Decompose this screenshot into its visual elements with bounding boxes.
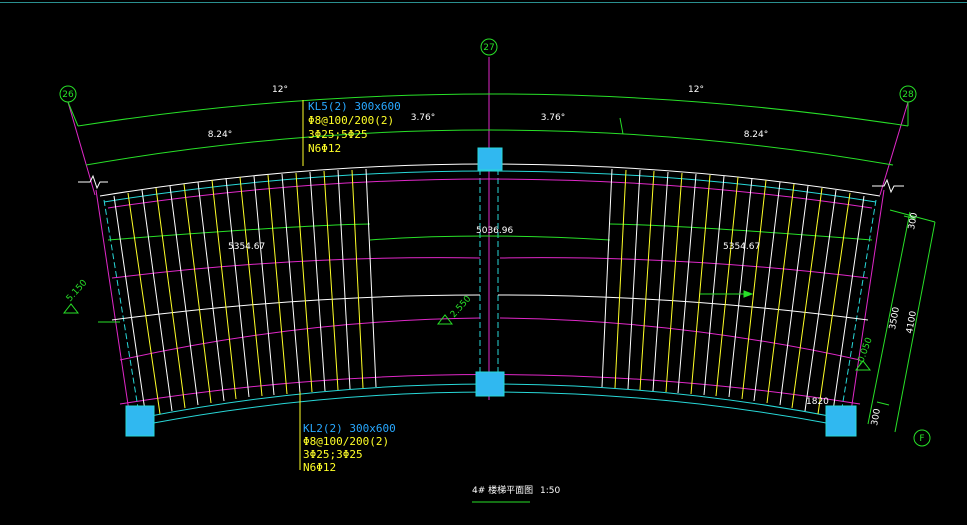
svg-text:-0.050: -0.050 bbox=[855, 336, 874, 367]
beam-bottom-stirrup: Φ8@100/200(2) bbox=[303, 435, 389, 448]
dim-right-total: 4100 bbox=[905, 310, 919, 335]
elevation-marker-left: 5.150 bbox=[62, 278, 90, 314]
span-label-right: 5354.67 bbox=[723, 242, 760, 252]
beam-bottom-name: KL2(2) 300x600 bbox=[303, 422, 396, 435]
column-bottom-middle bbox=[475, 371, 505, 397]
angle-label-top-right: 12° bbox=[688, 85, 704, 95]
svg-text:F: F bbox=[919, 434, 924, 444]
axis-bubble-26: 26 bbox=[59, 85, 77, 103]
dim-right-top: 300 bbox=[907, 212, 920, 231]
beam-top-stirrup: Φ8@100/200(2) bbox=[308, 114, 394, 127]
beam-top-main: 3Φ25;5Φ25 bbox=[308, 128, 368, 141]
column-bottom-right bbox=[825, 405, 857, 437]
drawing-title: 4# 楼梯平面图 bbox=[472, 484, 533, 496]
angle-label-inner-mid-left: 3.76° bbox=[411, 113, 436, 123]
treads-left bbox=[113, 168, 377, 419]
axis-bubble-F: F bbox=[913, 429, 931, 447]
axis-bubble-27: 27 bbox=[480, 38, 498, 56]
column-top-middle bbox=[477, 147, 503, 171]
beam-bottom-main: 3Φ25;3Φ25 bbox=[303, 448, 363, 461]
svg-text:27: 27 bbox=[483, 43, 494, 53]
svg-text:26: 26 bbox=[62, 90, 74, 100]
svg-text:5.150: 5.150 bbox=[65, 278, 90, 304]
span-label-middle: 5036.96 bbox=[476, 226, 513, 236]
beam-top-side: N6Φ12 bbox=[308, 142, 341, 155]
axis-bubble-28: 28 bbox=[899, 85, 917, 103]
angle-label-inner-right: 8.24° bbox=[744, 130, 769, 140]
cad-canvas[interactable]: 26 27 28 F 12° 12° 8.24° 3.76° 3.76° 8.2… bbox=[0, 0, 967, 525]
elevation-marker-right: -0.050 bbox=[854, 336, 875, 371]
angle-label-inner-left: 8.24° bbox=[208, 130, 233, 140]
elevation-marker-center: 2.550 bbox=[436, 294, 474, 325]
beam-top-name: KL5(2) 300x600 bbox=[308, 100, 401, 113]
svg-text:2.550: 2.550 bbox=[449, 294, 474, 320]
span-label-left: 5354.67 bbox=[228, 242, 265, 252]
drawing-scale: 1:50 bbox=[540, 486, 560, 496]
right-dimension-chain bbox=[867, 209, 936, 433]
beam-bottom-side: N6Φ12 bbox=[303, 461, 336, 474]
note-right: 1820 bbox=[806, 397, 829, 407]
beam-leaders bbox=[299, 100, 304, 470]
dim-right-bottom: 300 bbox=[870, 408, 883, 427]
angle-label-inner-mid-right: 3.76° bbox=[541, 113, 566, 123]
svg-text:28: 28 bbox=[902, 90, 914, 100]
angle-label-top-left: 12° bbox=[272, 85, 288, 95]
column-bottom-left bbox=[125, 405, 155, 437]
